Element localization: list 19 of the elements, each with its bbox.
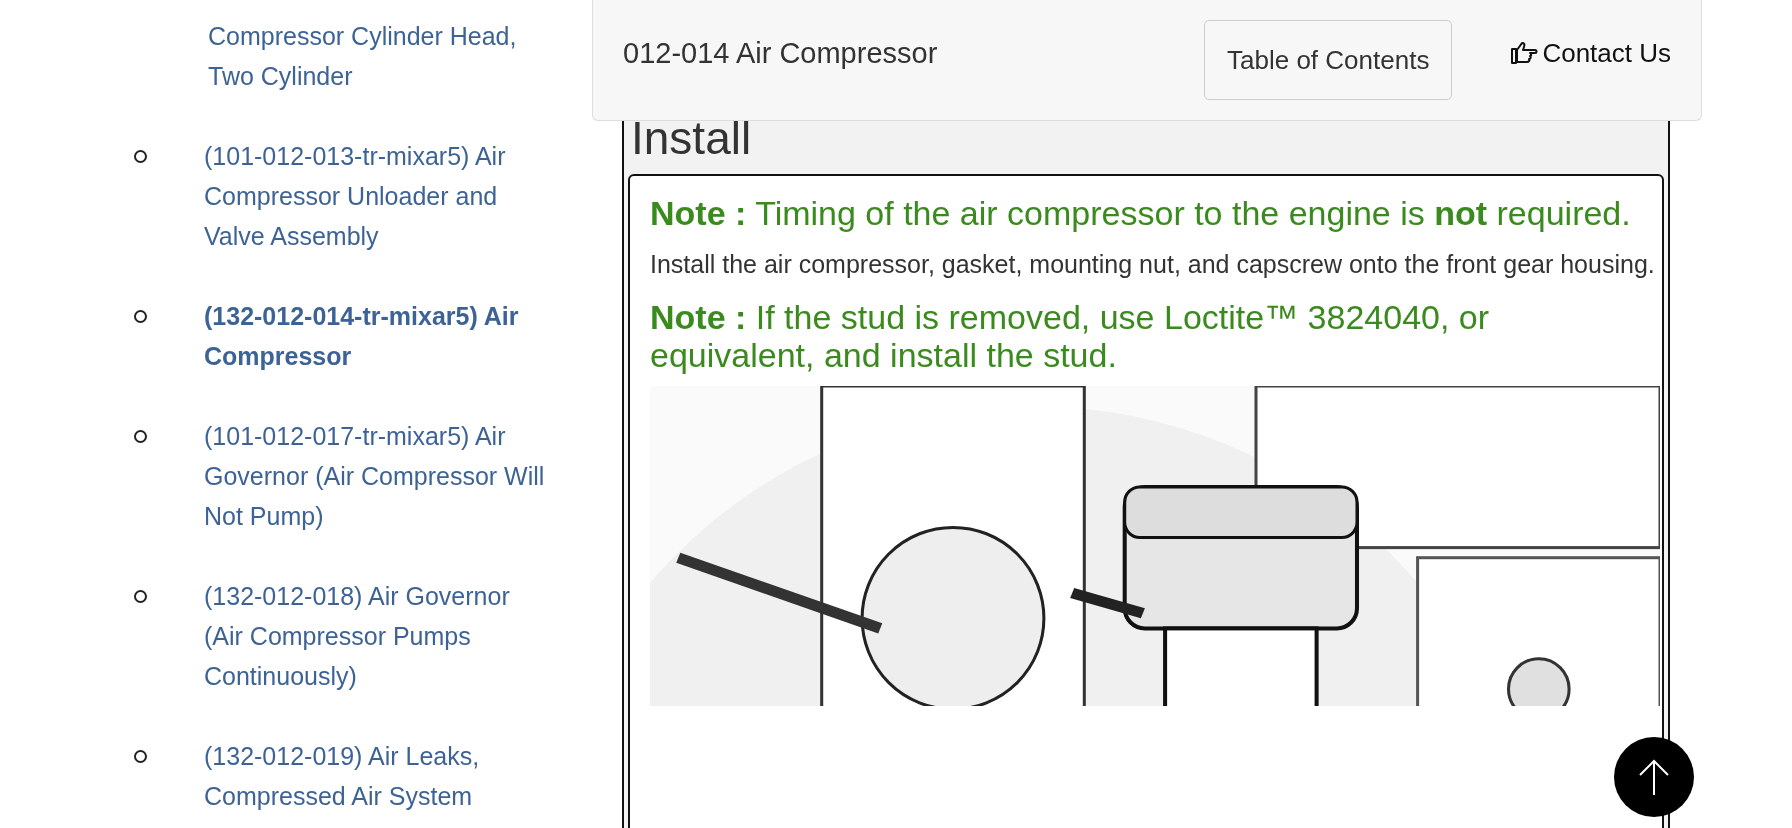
contact-link[interactable]: Contact Us [1510,37,1671,69]
sidebar-link[interactable]: (132-012-019) Air Leaks, Compressed Air System [204,736,554,816]
bullet-icon [134,430,147,443]
page-title: 012-014 Air Compressor [623,36,939,70]
pointing-hand-icon [1510,41,1539,65]
bullet-icon [134,750,147,763]
bullet-icon [134,150,147,163]
sidebar-link[interactable]: (101-012-017-tr-mixar5) Air Governor (Air Compressor Will Not Pump) [204,416,554,536]
note-text: Note : If the stud is removed, use Loctite™ 3824040, or equivalent, and install the stud. [650,298,1491,374]
sidebar-link[interactable]: (101-012-013-tr-mixar5) Air Compressor Unloader and Valve Assembly [204,136,554,256]
bullet-icon [134,310,147,323]
sidebar-link[interactable]: Compressor Cylinder Head, Two Cylinder [208,16,558,96]
bullet-icon [134,590,147,603]
note-text: Note : Timing of the air compressor to the engine is not required. [650,194,1632,232]
sidebar-link[interactable]: (132-012-018) Air Governor (Air Compressor Pumps Continuously) [204,576,554,696]
section-heading: Install [631,112,753,164]
instruction-text: Install the air compressor, gasket, mounting nut, and capscrew onto the front gear housing. [650,249,1656,280]
table-of-contents-button[interactable]: Table of Contents [1204,20,1453,100]
sidebar-link[interactable]: (132-012-014-tr-mixar5) Air Compressor [204,296,554,376]
